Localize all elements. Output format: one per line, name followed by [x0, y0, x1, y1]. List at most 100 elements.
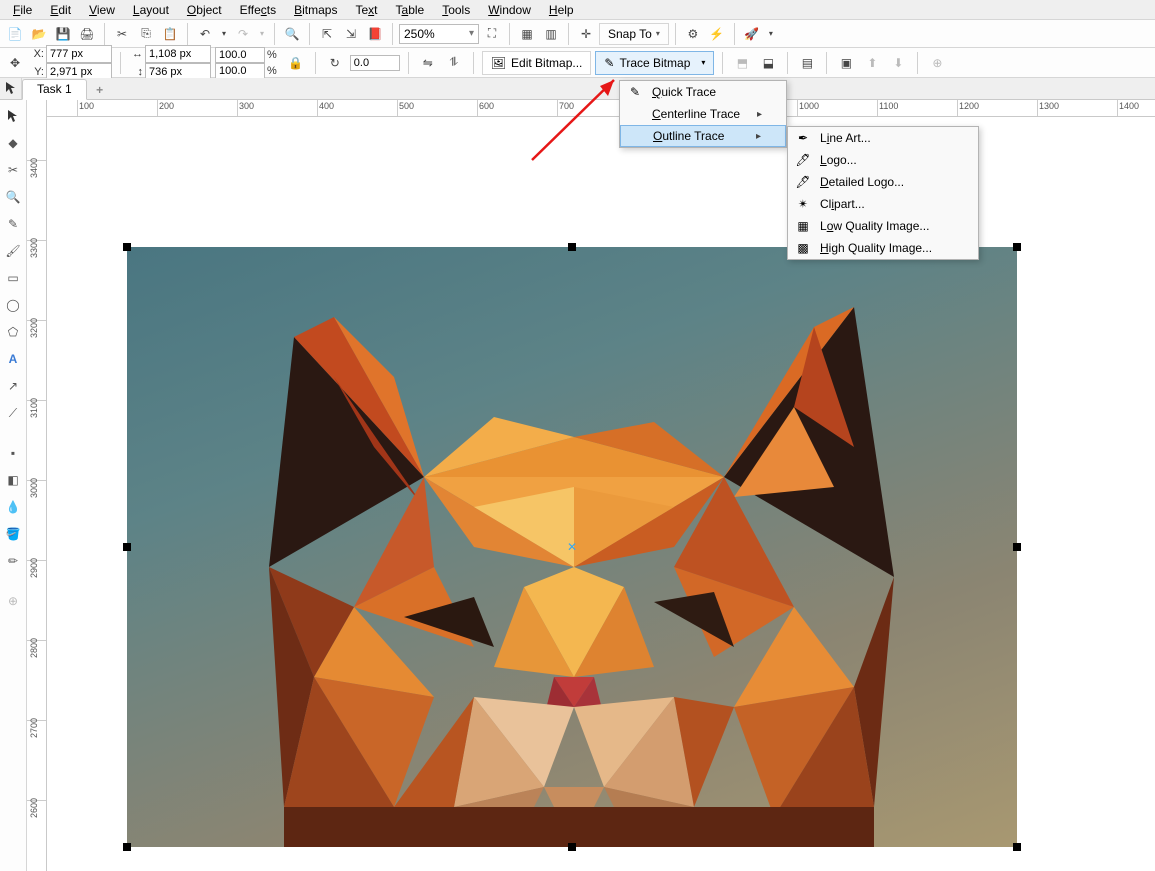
menu-bitmaps[interactable]: Bitmaps [285, 1, 346, 19]
edit-bitmap-button[interactable]: 🖼 Edit Bitmap... [482, 51, 592, 75]
mirror-h-icon[interactable]: ⇋ [417, 52, 439, 74]
open-icon[interactable]: 📂 [28, 23, 50, 45]
selected-bitmap[interactable]: ✕ [127, 247, 1017, 847]
selection-handle[interactable] [1013, 543, 1021, 551]
menu-item-logo[interactable]: 🖊 Logo... [788, 149, 978, 171]
menu-text[interactable]: Text [346, 1, 386, 19]
redo-icon[interactable]: ↷ [232, 23, 254, 45]
menu-item-low-quality[interactable]: ▦ Low Quality Image... [788, 215, 978, 237]
rulers-icon[interactable]: ▦ [516, 23, 538, 45]
chevron-down-icon: ▾ [701, 58, 705, 67]
menu-item-line-art[interactable]: ✒ Line Art... [788, 127, 978, 149]
menu-window[interactable]: Window [479, 1, 540, 19]
menu-item-outline-trace[interactable]: Outline Trace ▸ [620, 125, 786, 147]
menu-layout[interactable]: Layout [124, 1, 178, 19]
order-back-icon[interactable]: ⬇ [887, 52, 909, 74]
menu-item-quick-trace[interactable]: ✎ Quick Trace [620, 81, 786, 103]
menu-help[interactable]: Help [540, 1, 583, 19]
scale-y-input[interactable] [215, 63, 265, 79]
menu-item-clipart[interactable]: ✴ Clipart... [788, 193, 978, 215]
shape-tool-icon[interactable]: ◆ [3, 133, 23, 153]
launch-dropdown-icon[interactable]: ▾ [765, 23, 777, 45]
dropshadow-tool-icon[interactable]: ▪ [3, 443, 23, 463]
trace-bitmap-button[interactable]: ✎ Trace Bitmap ▾ [595, 51, 714, 75]
lock-ratio-icon[interactable]: 🔒 [285, 52, 307, 74]
selection-handle[interactable] [568, 243, 576, 251]
crop-tool-icon[interactable]: ✂ [3, 160, 23, 180]
menu-table[interactable]: Table [387, 1, 434, 19]
menu-view[interactable]: View [80, 1, 124, 19]
snap-icon[interactable]: ✛ [575, 23, 597, 45]
grid-icon[interactable]: ▥ [540, 23, 562, 45]
menu-file[interactable]: FFileile [4, 1, 41, 19]
scale-x-input[interactable] [215, 47, 265, 63]
crop-icon[interactable]: ⬒ [731, 52, 753, 74]
ellipse-tool-icon[interactable]: ◯ [3, 295, 23, 315]
print-icon[interactable]: 🖨 [76, 23, 98, 45]
align-icon[interactable]: ▤ [796, 52, 818, 74]
selection-handle[interactable] [568, 843, 576, 851]
selection-handle[interactable] [1013, 843, 1021, 851]
zoom-level[interactable]: 250% ▾ [399, 24, 479, 44]
rotation-input[interactable] [350, 55, 400, 71]
pick-tool-icon[interactable] [3, 106, 23, 126]
submenu-arrow-icon: ▸ [756, 131, 761, 142]
resample-icon[interactable]: ⬓ [757, 52, 779, 74]
x-position-input[interactable] [46, 45, 112, 63]
cut-icon[interactable]: ✂ [111, 23, 133, 45]
parallel-dim-icon[interactable]: ↗ [3, 376, 23, 396]
transparency-tool-icon[interactable]: ◧ [3, 470, 23, 490]
width-input[interactable] [145, 45, 211, 63]
mirror-v-icon[interactable]: ⥮ [443, 52, 465, 74]
snap-to-dropdown[interactable]: Snap To ▾ [599, 23, 669, 45]
selection-handle[interactable] [123, 243, 131, 251]
x-label: X: [30, 48, 44, 60]
center-marker-icon: ✕ [567, 540, 577, 554]
save-icon[interactable]: 💾 [52, 23, 74, 45]
outline-tool-icon[interactable]: ✏ [3, 551, 23, 571]
copy-icon[interactable]: ⎘ [135, 23, 157, 45]
menu-item-detailed-logo[interactable]: 🖋 Detailed Logo... [788, 171, 978, 193]
launch-icon[interactable]: 🚀 [741, 23, 763, 45]
menu-object[interactable]: Object [178, 1, 231, 19]
menu-tools[interactable]: Tools [433, 1, 479, 19]
new-tab-button[interactable]: + [91, 81, 109, 99]
menu-item-high-quality[interactable]: ▩ High Quality Image... [788, 237, 978, 259]
publish-pdf-icon[interactable]: 📕 [364, 23, 386, 45]
fill-tool-icon[interactable]: 🪣 [3, 524, 23, 544]
zoom-tool-icon[interactable]: 🔍 [3, 187, 23, 207]
rectangle-tool-icon[interactable]: ▭ [3, 268, 23, 288]
eyedropper-tool-icon[interactable]: 💧 [3, 497, 23, 517]
polygon-tool-icon[interactable]: ⬠ [3, 322, 23, 342]
menu-edit[interactable]: Edit [41, 1, 80, 19]
freehand-tool-icon[interactable]: ✎ [3, 214, 23, 234]
document-tab[interactable]: Task 1 [22, 79, 87, 100]
options-icon[interactable]: ⚙ [682, 23, 704, 45]
new-icon[interactable]: 📄 [4, 23, 26, 45]
add-icon[interactable]: ⊕ [926, 52, 948, 74]
selection-handle[interactable] [123, 543, 131, 551]
menu-item-centerline-trace[interactable]: Centerline Trace ▸ [620, 103, 786, 125]
artistic-media-icon[interactable]: 🖌 [3, 241, 23, 261]
undo-icon[interactable]: ↶ [194, 23, 216, 45]
paste-icon[interactable]: 📋 [159, 23, 181, 45]
redo-dropdown-icon[interactable]: ▾ [256, 23, 268, 45]
options2-icon[interactable]: ⚡ [706, 23, 728, 45]
fullscreen-icon[interactable]: ⛶ [481, 23, 503, 45]
connector-tool-icon[interactable]: ⟋ [3, 403, 23, 423]
export-icon[interactable]: ⇲ [340, 23, 362, 45]
menu-effects[interactable]: Effects [231, 1, 285, 19]
separator [274, 23, 275, 45]
import-icon[interactable]: ⇱ [316, 23, 338, 45]
search-icon[interactable]: 🔍 [281, 23, 303, 45]
selection-handle[interactable] [123, 843, 131, 851]
pick-tool-icon[interactable] [0, 77, 22, 99]
undo-dropdown-icon[interactable]: ▾ [218, 23, 230, 45]
text-tool-icon[interactable]: A [3, 349, 23, 369]
add-tool-icon[interactable]: ⊕ [3, 591, 23, 611]
wrap-icon[interactable]: ▣ [835, 52, 857, 74]
canvas[interactable]: ✕ [47, 117, 1155, 871]
order-front-icon[interactable]: ⬆ [861, 52, 883, 74]
lowq-icon: ▦ [794, 217, 812, 235]
selection-handle[interactable] [1013, 243, 1021, 251]
